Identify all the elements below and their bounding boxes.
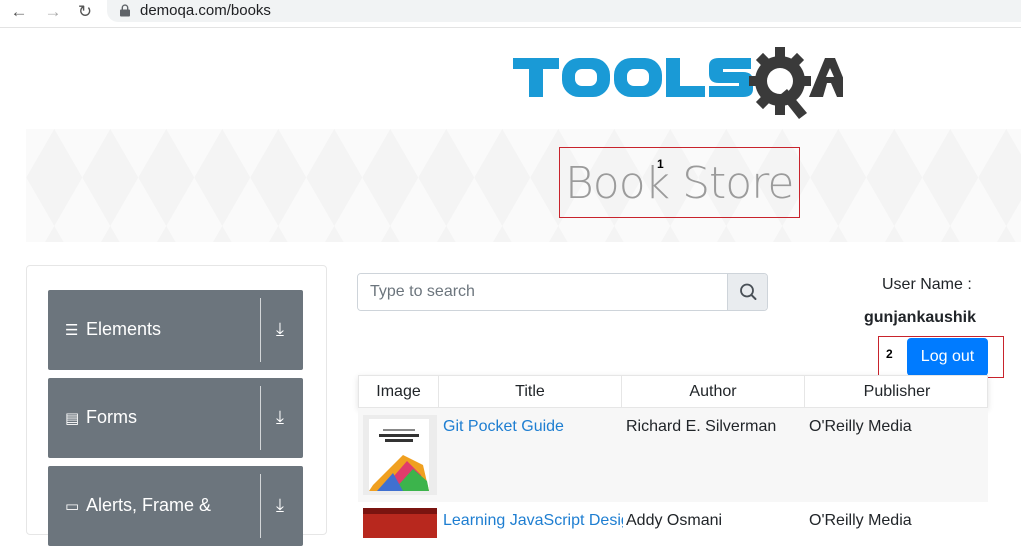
sidebar-group-forms[interactable]: ▤ Forms ⤓ <box>48 378 303 458</box>
book-cover-image <box>363 508 437 538</box>
books-table: Image Title Author Publisher Git Pocket … <box>358 375 988 538</box>
download-arrow-icon: ⤓ <box>276 495 284 515</box>
hamburger-icon: ☰ <box>65 322 79 339</box>
divider <box>260 298 261 362</box>
sidebar-group-alerts[interactable]: ▭ Alerts, Frame & ⤓ <box>48 466 303 546</box>
book-publisher: O'Reilly Media <box>809 418 912 435</box>
browser-toolbar: ← → ↻ demoqa.com/books <box>0 0 1021 28</box>
table-header: Image Title Author Publisher <box>358 375 988 408</box>
search-icon <box>740 283 757 300</box>
annotation-number-2: 2 <box>886 347 893 361</box>
column-header-publisher[interactable]: Publisher <box>805 376 989 408</box>
table-row: Git Pocket Guide Richard E. Silverman O'… <box>358 408 988 502</box>
url-text: demoqa.com/books <box>140 2 271 19</box>
toolsqa-logo[interactable] <box>513 44 843 122</box>
logout-button[interactable]: Log out <box>907 338 988 376</box>
divider <box>260 474 261 538</box>
book-title-link[interactable]: Learning JavaScript Design Patterns <box>443 512 623 530</box>
reload-icon[interactable]: ↻ <box>74 2 96 22</box>
form-icon: ▤ <box>65 410 80 427</box>
lock-icon <box>120 4 130 17</box>
search-button[interactable] <box>727 274 767 310</box>
column-header-image[interactable]: Image <box>359 376 439 408</box>
book-author: Richard E. Silverman <box>626 418 777 435</box>
address-bar[interactable]: demoqa.com/books <box>107 0 1021 22</box>
book-title-link[interactable]: Git Pocket Guide <box>443 418 564 436</box>
window-icon: ▭ <box>65 498 80 515</box>
column-header-author[interactable]: Author <box>622 376 805 408</box>
sidebar-group-elements[interactable]: ☰ Elements ⤓ <box>48 290 303 370</box>
annotation-number-1: 1 <box>657 157 664 171</box>
table-row: Learning JavaScript Design Patterns Addy… <box>358 502 988 538</box>
book-cover-image <box>363 415 437 495</box>
download-arrow-icon: ⤓ <box>276 407 284 427</box>
user-name-label: User Name : <box>882 276 972 293</box>
sidebar-group-label: Forms <box>86 407 137 427</box>
forward-arrow-icon[interactable]: → <box>42 2 64 22</box>
user-name-value: gunjankaushik <box>864 309 977 326</box>
sidebar-group-label: Elements <box>86 319 162 339</box>
search-box <box>357 273 768 311</box>
book-publisher: O'Reilly Media <box>809 512 912 529</box>
column-header-title[interactable]: Title <box>439 376 622 408</box>
annotation-box-1 <box>559 147 800 218</box>
back-arrow-icon[interactable]: ← <box>8 2 30 22</box>
divider <box>260 386 261 450</box>
sidebar-group-label: Alerts, Frame & <box>86 495 212 515</box>
page-banner <box>26 129 1021 242</box>
book-author: Addy Osmani <box>626 512 723 529</box>
download-arrow-icon: ⤓ <box>276 319 284 339</box>
search-input[interactable] <box>358 274 727 310</box>
